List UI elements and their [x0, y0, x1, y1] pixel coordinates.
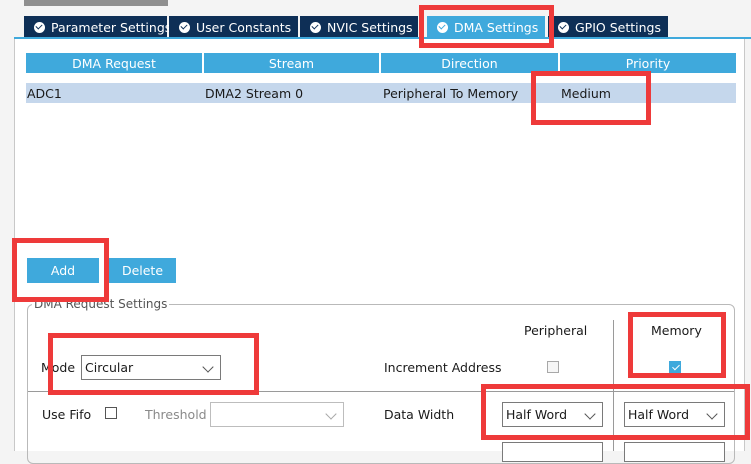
memory-burst-select[interactable] — [624, 442, 725, 462]
cell-direction: Peripheral To Memory — [383, 85, 519, 101]
column-header-dma-request[interactable]: DMA Request — [26, 53, 202, 73]
column-header-stream[interactable]: Stream — [204, 53, 379, 73]
use-fifo-label: Use Fifo — [42, 407, 92, 422]
highlight-mode — [48, 333, 259, 395]
cell-stream: DMA2 Stream 0 — [205, 85, 304, 101]
check-circle-icon — [179, 21, 190, 33]
highlight-add-button — [12, 238, 109, 302]
threshold-label: Threshold — [145, 407, 207, 422]
highlight-dma-tab — [419, 5, 554, 48]
peripheral-column-label: Peripheral — [524, 323, 588, 338]
cell-dma-request: ADC1 — [27, 85, 62, 101]
tab-label: Parameter Settings — [51, 19, 172, 35]
tab-label: User Constants — [196, 19, 292, 35]
highlight-priority — [531, 71, 651, 125]
peripheral-burst-select[interactable] — [502, 442, 603, 462]
tab-label: NVIC Settings — [327, 19, 413, 35]
column-header-direction[interactable]: Direction — [381, 53, 558, 73]
delete-button[interactable]: Delete — [109, 258, 176, 283]
tab-gpio-settings[interactable]: GPIO Settings — [548, 16, 668, 38]
highlight-memory-increment — [628, 312, 726, 378]
data-width-label: Data Width — [384, 407, 455, 422]
highlight-data-width — [481, 384, 750, 440]
increment-address-label: Increment Address — [384, 360, 502, 375]
tab-user-constants[interactable]: User Constants — [169, 16, 298, 38]
tab-parameter-settings[interactable]: Parameter Settings — [24, 16, 171, 38]
peripheral-increment-checkbox[interactable] — [547, 361, 559, 373]
tab-nvic-settings[interactable]: NVIC Settings — [300, 16, 418, 38]
tab-label: GPIO Settings — [575, 19, 661, 35]
use-fifo-checkbox[interactable] — [105, 407, 117, 419]
chevron-down-icon — [325, 408, 337, 420]
check-circle-icon — [34, 21, 45, 33]
column-header-priority[interactable]: Priority — [560, 53, 736, 73]
check-circle-icon — [310, 21, 321, 33]
check-circle-icon — [558, 21, 569, 33]
threshold-select[interactable] — [210, 402, 344, 427]
top-panel-stub — [24, 0, 168, 6]
